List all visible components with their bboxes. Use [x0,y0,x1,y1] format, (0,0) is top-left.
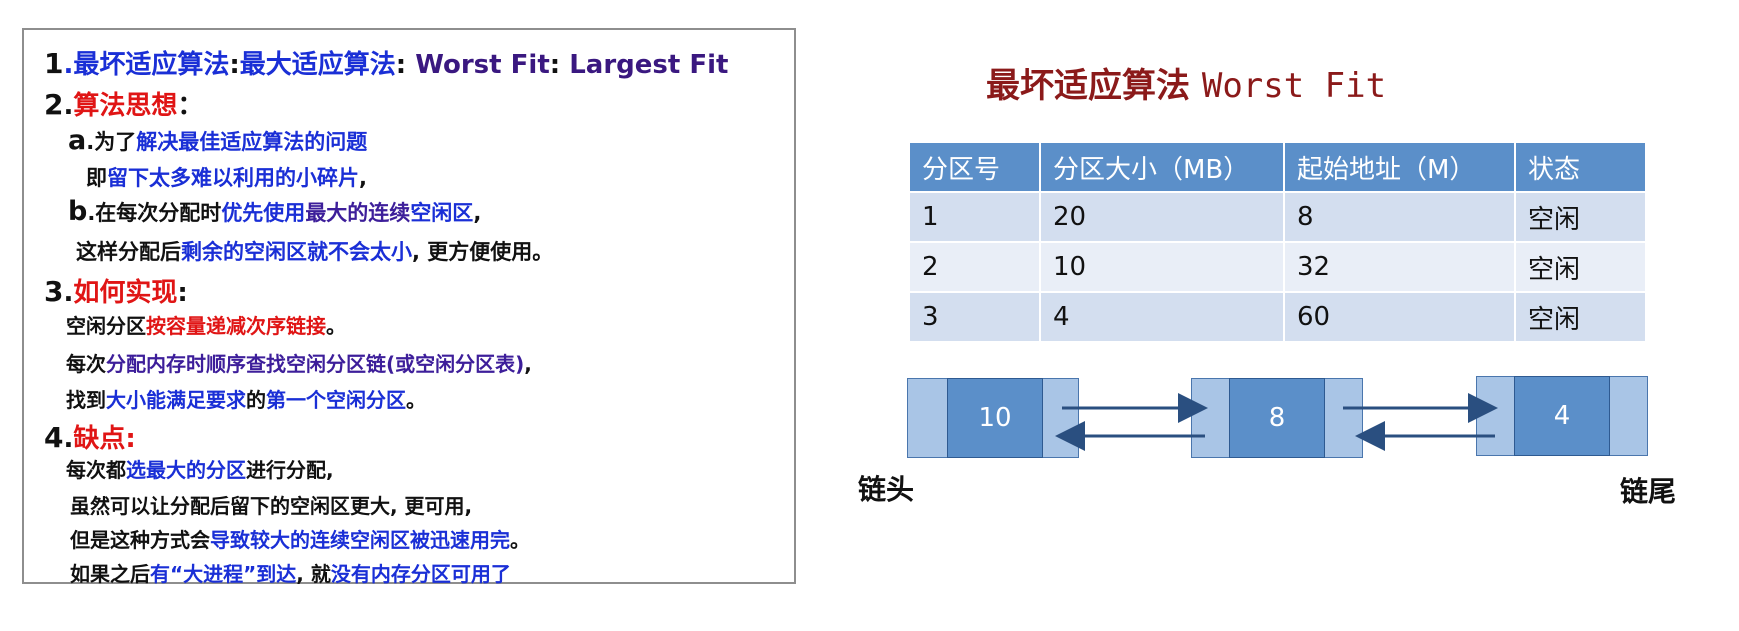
list-head-label: 链头 [858,473,915,506]
list-tail-label: 链尾 [1620,475,1677,508]
list-arrows [1055,393,1498,451]
